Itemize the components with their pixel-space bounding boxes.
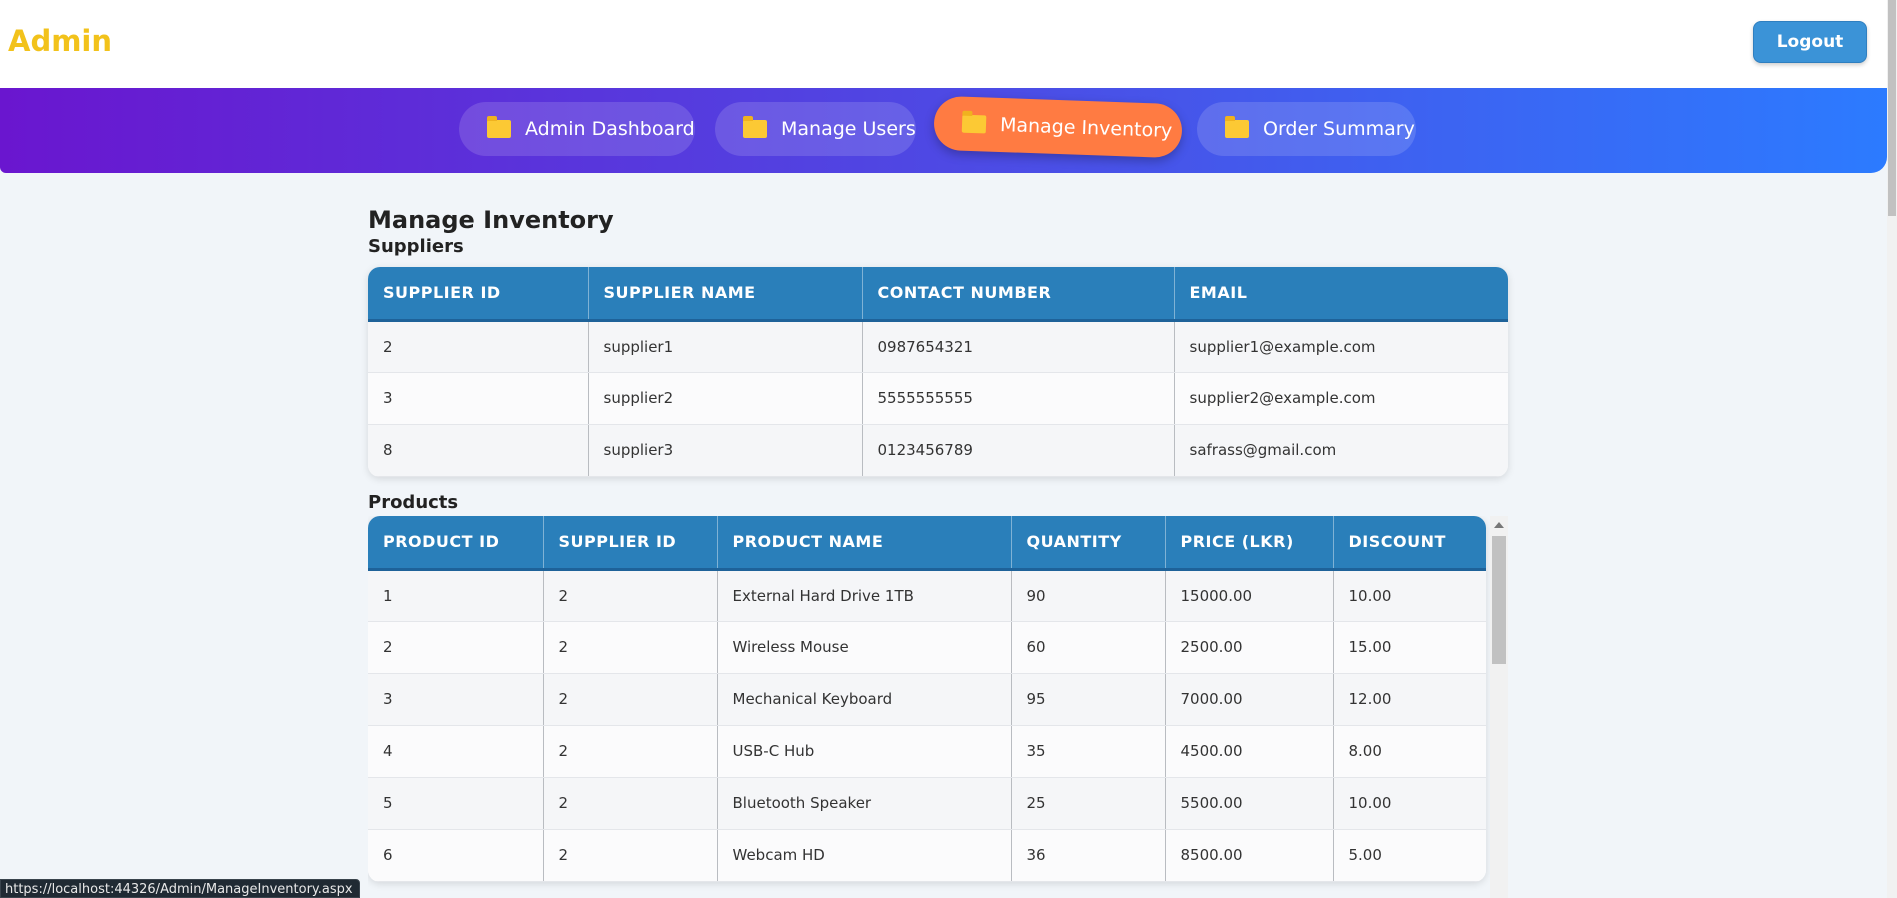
cell: Bluetooth Speaker — [717, 777, 1012, 830]
cell: 90 — [1011, 569, 1166, 622]
nav-admin-dashboard[interactable]: Admin Dashboard — [459, 102, 695, 156]
cell: 1 — [368, 569, 544, 622]
cell: 4500.00 — [1165, 725, 1334, 778]
nav-label: Manage Users — [781, 118, 916, 140]
cell: 36 — [1011, 829, 1166, 882]
table-row: 3 supplier2 5555555555 supplier2@example… — [368, 372, 1508, 425]
cell: safrass@gmail.com — [1174, 424, 1508, 477]
cell: supplier3 — [588, 424, 863, 477]
nav-label: Order Summary — [1263, 118, 1415, 140]
col-header[interactable]: CONTACT NUMBER — [862, 267, 1175, 322]
cell: 25 — [1011, 777, 1166, 830]
cell: 7000.00 — [1165, 673, 1334, 726]
table-row: 1 2 External Hard Drive 1TB 90 15000.00 … — [368, 569, 1486, 622]
folder-icon — [743, 116, 767, 138]
nav-label: Admin Dashboard — [525, 118, 695, 140]
cell: 10.00 — [1333, 777, 1486, 830]
table-row: 6 2 Webcam HD 36 8500.00 5.00 — [368, 829, 1486, 882]
top-bar: Admin Logout — [0, 0, 1887, 88]
page-title: Manage Inventory — [368, 206, 614, 234]
page-scrollbar[interactable] — [1887, 0, 1897, 898]
cell: supplier1@example.com — [1174, 320, 1508, 373]
suppliers-heading: Suppliers — [368, 236, 464, 257]
cell: 5.00 — [1333, 829, 1486, 882]
products-scroll-area[interactable]: PRODUCT ID SUPPLIER ID PRODUCT NAME QUAN… — [368, 516, 1508, 898]
cell: 0987654321 — [862, 320, 1175, 373]
products-scrollbar[interactable] — [1490, 516, 1508, 898]
cell: 2 — [543, 621, 718, 674]
cell: 12.00 — [1333, 673, 1486, 726]
table-row: 4 2 USB-C Hub 35 4500.00 8.00 — [368, 725, 1486, 778]
products-heading: Products — [368, 492, 459, 513]
cell: 3 — [368, 372, 589, 425]
folder-icon — [961, 114, 987, 134]
folder-icon — [487, 116, 511, 138]
col-header[interactable]: SUPPLIER ID — [543, 516, 718, 571]
cell: 4 — [368, 725, 544, 778]
logout-button[interactable]: Logout — [1753, 21, 1867, 63]
cell: 8500.00 — [1165, 829, 1334, 882]
scroll-up-arrow-icon[interactable] — [1494, 522, 1504, 528]
cell: 2 — [368, 320, 589, 373]
cell: 2 — [543, 829, 718, 882]
cell: 15.00 — [1333, 621, 1486, 674]
cell: supplier1 — [588, 320, 863, 373]
cell: 3 — [368, 673, 544, 726]
brand-title: Admin — [8, 24, 113, 58]
cell: Mechanical Keyboard — [717, 673, 1012, 726]
cell: 2 — [543, 673, 718, 726]
cell: 5500.00 — [1165, 777, 1334, 830]
cell: supplier2@example.com — [1174, 372, 1508, 425]
cell: 2 — [368, 621, 544, 674]
folder-icon — [1225, 116, 1249, 138]
cell: 10.00 — [1333, 569, 1486, 622]
cell: 2 — [543, 569, 718, 622]
cell: 6 — [368, 829, 544, 882]
table-row: 5 2 Bluetooth Speaker 25 5500.00 10.00 — [368, 777, 1486, 830]
cell: 15000.00 — [1165, 569, 1334, 622]
col-header[interactable]: SUPPLIER NAME — [588, 267, 863, 322]
scrollbar-thumb[interactable] — [1492, 536, 1506, 664]
cell: Wireless Mouse — [717, 621, 1012, 674]
suppliers-table: SUPPLIER ID SUPPLIER NAME CONTACT NUMBER… — [368, 267, 1508, 477]
table-row: 2 supplier1 0987654321 supplier1@example… — [368, 320, 1508, 373]
cell: 2500.00 — [1165, 621, 1334, 674]
products-table: PRODUCT ID SUPPLIER ID PRODUCT NAME QUAN… — [368, 516, 1486, 882]
cell: supplier2 — [588, 372, 863, 425]
page-scrollbar-thumb[interactable] — [1888, 0, 1896, 216]
cell: 60 — [1011, 621, 1166, 674]
table-row: 3 2 Mechanical Keyboard 95 7000.00 12.00 — [368, 673, 1486, 726]
col-header[interactable]: PRODUCT ID — [368, 516, 544, 571]
cell: 2 — [543, 777, 718, 830]
cell: 95 — [1011, 673, 1166, 726]
nav-manage-users[interactable]: Manage Users — [715, 102, 916, 156]
status-url-bar: https://localhost:44326/Admin/ManageInve… — [0, 879, 360, 898]
cell: USB-C Hub — [717, 725, 1012, 778]
col-header[interactable]: PRODUCT NAME — [717, 516, 1012, 571]
cell: 5555555555 — [862, 372, 1175, 425]
table-row: 8 supplier3 0123456789 safrass@gmail.com — [368, 424, 1508, 477]
table-row: 2 2 Wireless Mouse 60 2500.00 15.00 — [368, 621, 1486, 674]
nav-label: Manage Inventory — [999, 113, 1173, 142]
nav-manage-inventory[interactable]: Manage Inventory — [933, 95, 1183, 159]
cell: 8.00 — [1333, 725, 1486, 778]
cell: Webcam HD — [717, 829, 1012, 882]
cell: 35 — [1011, 725, 1166, 778]
col-header[interactable]: SUPPLIER ID — [368, 267, 589, 322]
col-header[interactable]: QUANTITY — [1011, 516, 1166, 571]
nav-bar: Admin Dashboard Manage Users Manage Inve… — [0, 88, 1887, 173]
col-header[interactable]: DISCOUNT — [1333, 516, 1486, 571]
cell: 0123456789 — [862, 424, 1175, 477]
col-header[interactable]: PRICE (LKR) — [1165, 516, 1334, 571]
cell: 8 — [368, 424, 589, 477]
cell: External Hard Drive 1TB — [717, 569, 1012, 622]
main-content: Manage Inventory Suppliers SUPPLIER ID S… — [368, 206, 1508, 898]
col-header[interactable]: EMAIL — [1174, 267, 1508, 322]
cell: 5 — [368, 777, 544, 830]
nav-order-summary[interactable]: Order Summary — [1197, 102, 1416, 156]
cell: 2 — [543, 725, 718, 778]
